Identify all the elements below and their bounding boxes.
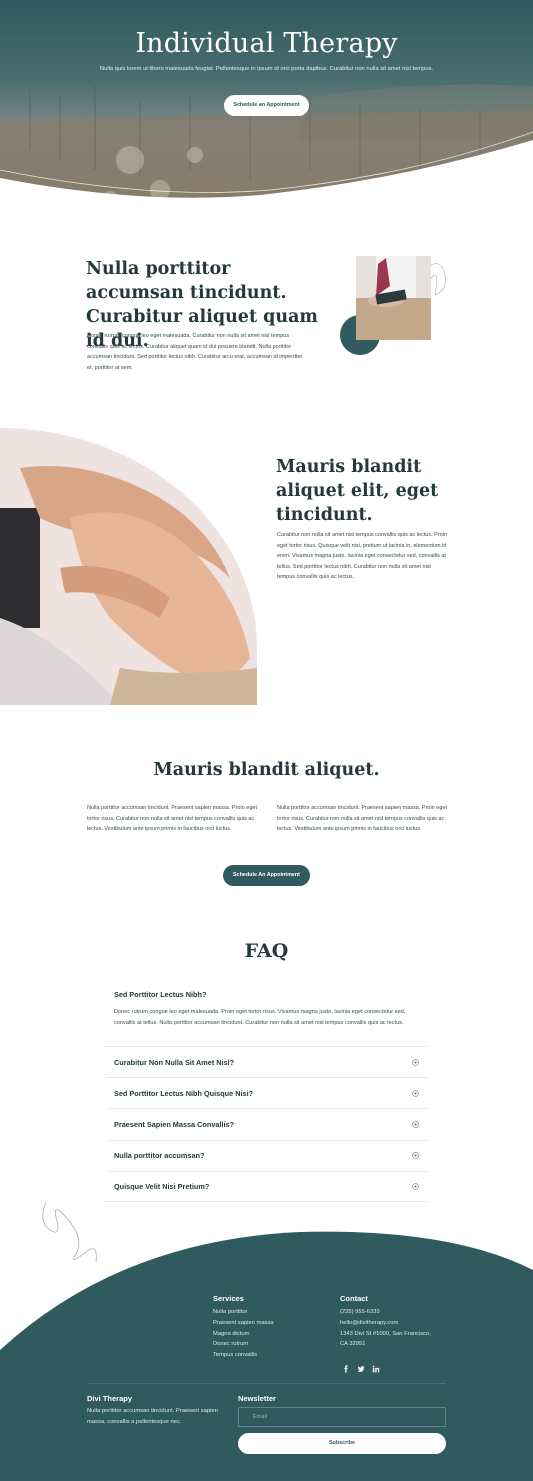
hero-title: Individual Therapy <box>135 28 398 59</box>
footer-services-heading: Services <box>213 1294 244 1303</box>
faq-open-answer: Donec rutrum congue leo eget malesuada. … <box>114 1009 406 1026</box>
footer-newsletter-heading: Newsletter <box>238 1394 276 1403</box>
footer-services-link[interactable]: Praesent sapien massa <box>213 1318 274 1329</box>
hero-subtitle: Nulla quis lorem ut libero malesuada feu… <box>99 66 434 72</box>
section3-left-text: Nulla porttitor accumsan tincidunt. Prae… <box>87 805 257 833</box>
footer-social-links <box>342 1360 380 1373</box>
section3-title: Mauris blandit aliquet. <box>153 760 380 780</box>
plus-circle-icon[interactable] <box>412 1121 419 1128</box>
faq-item-label: Nulla porttitor accumsan? <box>114 1151 205 1161</box>
faq-item[interactable]: Sed Porttitor Lectus Nibh Quisque Nisi? <box>106 1077 427 1108</box>
faq-item-label: Sed Porttitor Lectus Nibh Quisque Nisi? <box>114 1088 254 1098</box>
footer-address-line2: CA 32951 <box>340 1341 366 1348</box>
footer-address-line1: 1343 Divi St #1000, San Francisco, <box>340 1330 431 1337</box>
footer-phone[interactable]: (235) 955-6333 <box>340 1307 431 1318</box>
decorative-squiggle-icon <box>42 1201 97 1263</box>
hero-section: Individual Therapy Nulla quis lorem ut l… <box>0 0 533 230</box>
plus-circle-icon[interactable] <box>412 1090 419 1097</box>
section1-body: Donec rutrum congue leo eget malesuada. … <box>87 333 302 371</box>
faq-item[interactable]: Quisque Velit Nisi Pretium? <box>106 1170 427 1202</box>
footer-email[interactable]: hello@divitherapy.com <box>340 1318 431 1329</box>
plus-circle-icon[interactable] <box>412 1183 419 1190</box>
section3-right-text: Nulla porttitor accumsan tincidunt. Prae… <box>277 805 447 833</box>
faq-list: Curabitur Non Nulla Sit Amet Nisl? Sed P… <box>106 1046 427 1202</box>
newsletter-email-input[interactable]: Email <box>238 1407 446 1427</box>
footer-services-list: Nulla porttitor Praesent sapien massa Ma… <box>213 1307 274 1361</box>
faq-item-label: Curabitur Non Nulla Sit Amet Nisl? <box>114 1057 235 1067</box>
footer-services-link[interactable]: Nulla porttitor <box>213 1307 274 1318</box>
footer-divider <box>87 1383 446 1384</box>
holding-hands-photo <box>0 428 257 705</box>
schedule-appointment-button-secondary[interactable]: Schedule An Appointment <box>223 865 310 886</box>
faq-open-item[interactable]: Sed Porttitor Lectus Nibh? Donec rutrum … <box>106 986 427 1028</box>
faq-item[interactable]: Nulla porttitor accumsan? <box>106 1139 427 1171</box>
faq-title: FAQ <box>244 940 289 962</box>
footer-brand-text: Nulla porttitor accumsan tincidunt. Prae… <box>87 1408 218 1425</box>
footer-services-link[interactable]: Magna dictum <box>213 1329 274 1340</box>
faq-item-label: Quisque Velit Nisi Pretium? <box>114 1181 210 1191</box>
linkedin-icon[interactable] <box>372 1360 380 1373</box>
facebook-icon[interactable] <box>342 1360 350 1373</box>
footer-services-link[interactable]: Tempus convallis <box>213 1350 274 1361</box>
therapy-session-photo <box>356 256 431 340</box>
faq-item[interactable]: Praesent Sapien Massa Convallis? <box>106 1108 427 1139</box>
faq-item-label: Praesent Sapien Massa Convallis? <box>114 1119 235 1129</box>
subscribe-button[interactable]: Subscribe <box>238 1433 446 1454</box>
section2-body: Curabitur non nulla sit amet nisl tempus… <box>277 532 447 581</box>
section2-title: Mauris blandit aliquet elit, eget tincid… <box>276 457 439 525</box>
footer-services-link[interactable]: Donec rutrum <box>213 1339 274 1350</box>
faq-open-question[interactable]: Sed Porttitor Lectus Nibh? <box>106 986 427 1004</box>
twitter-icon[interactable] <box>357 1360 365 1373</box>
plus-circle-icon[interactable] <box>412 1058 419 1066</box>
faq-item[interactable]: Curabitur Non Nulla Sit Amet Nisl? <box>106 1046 427 1077</box>
footer-brand-heading: Divi Therapy <box>87 1394 133 1403</box>
plus-circle-icon[interactable] <box>412 1152 419 1159</box>
footer-contact-list: (235) 955-6333 hello@divitherapy.com 134… <box>340 1307 431 1350</box>
footer-contact-heading: Contact <box>340 1294 368 1303</box>
schedule-appointment-button[interactable]: Schedule an Appointment <box>224 95 309 116</box>
